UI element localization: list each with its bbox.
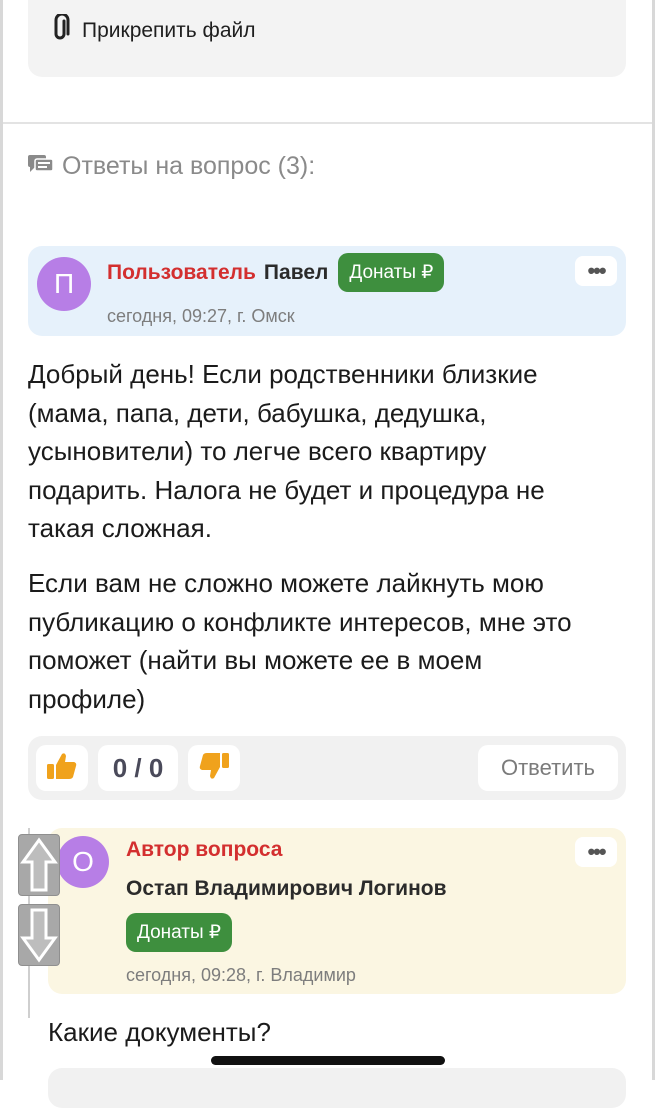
comment-author-role: Автор вопроса <box>126 838 283 861</box>
comment-author-name[interactable]: Остап Владимирович Логинов <box>126 877 447 901</box>
vote-score-text: 0 / 0 <box>112 752 164 783</box>
answer-line: публикацию о конфликте интересов, мне эт… <box>28 606 572 637</box>
answer-paragraph-1: Добрый день! Если родственники близкие (… <box>28 355 628 548</box>
vote-score: 0 / 0 <box>98 745 178 791</box>
avatar-letter: О <box>72 846 94 877</box>
answer-line: поможет (найти вы можете ее в моем <box>28 645 483 675</box>
answer-header: П Пользователь Павел Донаты ₽ сегодня, 0… <box>28 246 626 336</box>
arrow-down-icon <box>19 908 59 969</box>
more-options-button[interactable]: ••• <box>575 837 617 867</box>
answer-line: профиле) <box>28 683 146 714</box>
donate-button[interactable]: Донаты ₽ <box>338 253 445 292</box>
answers-heading-text: Ответы на вопрос (3): <box>62 152 316 180</box>
reply-button[interactable]: Ответить <box>478 745 618 791</box>
section-divider <box>3 122 652 124</box>
home-indicator[interactable] <box>211 1056 445 1065</box>
answer-line: такая сложная. <box>28 513 212 543</box>
dislike-button[interactable] <box>188 745 240 791</box>
scroll-up-button[interactable] <box>18 834 60 896</box>
author-role: Пользователь <box>107 260 256 284</box>
comment-meta: сегодня, 09:28, г. Владимир <box>126 965 356 985</box>
answer-line: усыновители) то легче всего квартиру <box>28 436 487 466</box>
answer-line: Добрый день! Если родственники близкие <box>28 359 538 389</box>
answer-meta: сегодня, 09:27, г. Омск <box>107 306 295 326</box>
avatar[interactable]: О <box>57 836 109 888</box>
comment-header: О Автор вопроса Остап Владимирович Логин… <box>48 828 626 994</box>
answers-heading: Ответы на вопрос (3): <box>28 152 315 181</box>
vote-bar: 0 / 0 Ответить <box>28 736 626 800</box>
comment-text: Какие документы? <box>48 1017 271 1047</box>
answer-line: подарить. Налога не будет и процедура не <box>28 474 545 505</box>
attach-file-label: Прикрепить файл <box>82 18 256 42</box>
attach-file-button[interactable]: Прикрепить файл <box>50 12 256 47</box>
like-button[interactable] <box>36 745 88 791</box>
answer-line: Если вам не сложно можете лайкнуть мою <box>28 568 544 598</box>
thumbs-down-icon <box>198 751 230 786</box>
answer-author-line: Пользователь Павел Донаты ₽ <box>107 253 445 292</box>
donate-button[interactable]: Донаты ₽ <box>126 913 233 952</box>
answer-line: (мама, папа, дети, бабушка, дедушка, <box>28 397 487 428</box>
more-options-button[interactable]: ••• <box>575 256 617 286</box>
paperclip-icon <box>50 12 72 47</box>
reply-button-label: Ответить <box>500 755 596 780</box>
scroll-down-button[interactable] <box>18 904 60 966</box>
author-name[interactable]: Павел <box>264 261 328 285</box>
avatar[interactable]: П <box>37 257 91 311</box>
answer-paragraph-2: Если вам не сложно можете лайкнуть мою п… <box>28 564 628 718</box>
next-vote-bar <box>48 1068 626 1108</box>
thumbs-up-icon <box>46 751 78 786</box>
frame-left-border <box>0 0 3 1080</box>
comments-icon <box>28 153 54 180</box>
avatar-letter: П <box>53 268 75 299</box>
arrow-up-icon <box>19 837 59 899</box>
